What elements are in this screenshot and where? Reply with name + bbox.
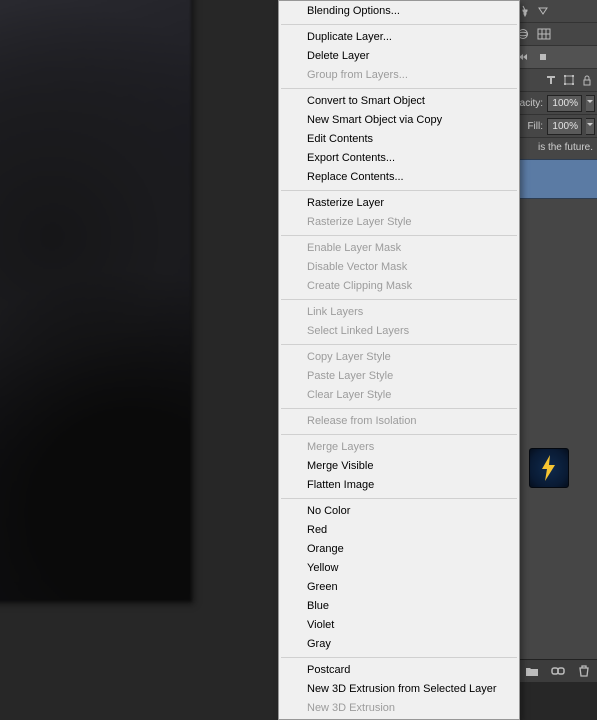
fill-dropdown[interactable] bbox=[586, 118, 595, 135]
fill-label: Fill: bbox=[527, 121, 543, 132]
menu-select-linked-layers: Select Linked Layers bbox=[279, 322, 519, 341]
menu-separator bbox=[281, 190, 517, 191]
document-preview bbox=[0, 0, 192, 602]
menu-replace-contents[interactable]: Replace Contents... bbox=[279, 168, 519, 187]
opacity-dropdown[interactable] bbox=[586, 95, 595, 112]
menu-clear-layer-style: Clear Layer Style bbox=[279, 386, 519, 405]
menu-delete-layer[interactable]: Delete Layer bbox=[279, 47, 519, 66]
menu-merge-visible[interactable]: Merge Visible bbox=[279, 457, 519, 476]
menu-new-3d-extrusion-layer[interactable]: New 3D Extrusion from Selected Layer bbox=[279, 680, 519, 699]
panel-toolbar-3 bbox=[513, 46, 597, 69]
menu-separator bbox=[281, 498, 517, 499]
menu-orange[interactable]: Orange bbox=[279, 540, 519, 559]
menu-rasterize-layer[interactable]: Rasterize Layer bbox=[279, 194, 519, 213]
panel-hint-text: is the future. bbox=[513, 138, 597, 153]
menu-separator bbox=[281, 235, 517, 236]
trash-icon[interactable] bbox=[577, 664, 591, 678]
menu-green[interactable]: Green bbox=[279, 578, 519, 597]
opacity-input[interactable]: 100% bbox=[547, 95, 582, 112]
canvas-area[interactable] bbox=[0, 0, 192, 602]
menu-new-smart-object-copy[interactable]: New Smart Object via Copy bbox=[279, 111, 519, 130]
layer-context-menu: Blending Options... Duplicate Layer... D… bbox=[278, 0, 520, 720]
menu-convert-smart-object[interactable]: Convert to Smart Object bbox=[279, 92, 519, 111]
menu-release-from-isolation: Release from Isolation bbox=[279, 412, 519, 431]
menu-gray[interactable]: Gray bbox=[279, 635, 519, 654]
panel-toolbar-4 bbox=[513, 69, 597, 92]
menu-separator bbox=[281, 344, 517, 345]
grid-icon[interactable] bbox=[537, 28, 551, 40]
menu-separator bbox=[281, 434, 517, 435]
lightning-bolt-icon bbox=[538, 454, 560, 482]
menu-blending-options[interactable]: Blending Options... bbox=[279, 2, 519, 21]
menu-create-clipping-mask: Create Clipping Mask bbox=[279, 277, 519, 296]
fill-input[interactable]: 100% bbox=[547, 118, 582, 135]
menu-separator bbox=[281, 408, 517, 409]
menu-red[interactable]: Red bbox=[279, 521, 519, 540]
menu-link-layers: Link Layers bbox=[279, 303, 519, 322]
menu-disable-vector-mask: Disable Vector Mask bbox=[279, 258, 519, 277]
menu-edit-contents[interactable]: Edit Contents bbox=[279, 130, 519, 149]
opacity-row: pacity: 100% bbox=[513, 92, 597, 115]
folder-icon[interactable] bbox=[525, 664, 539, 678]
menu-separator bbox=[281, 299, 517, 300]
menu-export-contents[interactable]: Export Contents... bbox=[279, 149, 519, 168]
panel-toolbar-2 bbox=[513, 23, 597, 46]
selected-layer-row[interactable] bbox=[513, 159, 597, 199]
menu-paste-layer-style: Paste Layer Style bbox=[279, 367, 519, 386]
fill-row: Fill: 100% bbox=[513, 115, 597, 138]
panel-footer bbox=[513, 659, 597, 682]
lock-icon[interactable] bbox=[581, 74, 593, 86]
menu-rasterize-layer-style: Rasterize Layer Style bbox=[279, 213, 519, 232]
type-icon[interactable] bbox=[545, 74, 557, 86]
menu-separator bbox=[281, 24, 517, 25]
layer-style-thumbnail[interactable] bbox=[529, 448, 569, 488]
menu-copy-layer-style: Copy Layer Style bbox=[279, 348, 519, 367]
layers-panel: pacity: 100% Fill: 100% is the future. bbox=[512, 0, 597, 682]
menu-duplicate-layer[interactable]: Duplicate Layer... bbox=[279, 28, 519, 47]
panel-toolbar-1 bbox=[513, 0, 597, 23]
stop-icon[interactable] bbox=[537, 51, 549, 63]
menu-separator bbox=[281, 88, 517, 89]
menu-yellow[interactable]: Yellow bbox=[279, 559, 519, 578]
menu-separator bbox=[281, 657, 517, 658]
menu-postcard[interactable]: Postcard bbox=[279, 661, 519, 680]
menu-group-from-layers: Group from Layers... bbox=[279, 66, 519, 85]
menu-flatten-image[interactable]: Flatten Image bbox=[279, 476, 519, 495]
menu-new-3d-extrusion: New 3D Extrusion bbox=[279, 699, 519, 718]
menu-no-color[interactable]: No Color bbox=[279, 502, 519, 521]
transform-icon[interactable] bbox=[563, 74, 575, 86]
menu-enable-layer-mask: Enable Layer Mask bbox=[279, 239, 519, 258]
triangle-down-icon[interactable] bbox=[537, 5, 549, 17]
menu-violet[interactable]: Violet bbox=[279, 616, 519, 635]
menu-merge-layers: Merge Layers bbox=[279, 438, 519, 457]
chain-link-icon[interactable] bbox=[551, 664, 565, 678]
menu-blue[interactable]: Blue bbox=[279, 597, 519, 616]
